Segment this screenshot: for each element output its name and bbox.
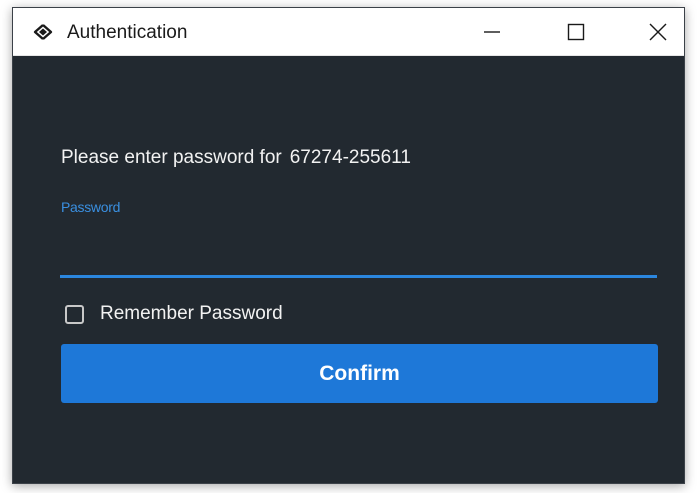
window-title: Authentication (67, 22, 188, 43)
minimize-icon (483, 23, 501, 41)
close-icon (649, 23, 667, 41)
password-prompt: Please enter password for 67274-255611 (61, 147, 411, 169)
remember-password-toggle[interactable]: Remember Password (65, 303, 283, 325)
confirm-button[interactable]: Confirm (61, 344, 658, 403)
remember-password-checkbox[interactable] (65, 304, 84, 324)
password-field-label: Password (61, 199, 121, 215)
maximize-button[interactable] (553, 8, 599, 56)
auth-dialog-window: Authentication Please enter password for… (12, 7, 685, 484)
account-id: 67274-255611 (289, 147, 411, 168)
title-bar[interactable]: Authentication (13, 8, 684, 56)
minimize-button[interactable] (469, 8, 515, 56)
password-input[interactable] (60, 230, 657, 278)
prompt-text: Please enter password for (61, 147, 282, 168)
app-logo-icon (33, 23, 53, 41)
close-button[interactable] (635, 8, 681, 56)
maximize-icon (567, 23, 585, 41)
remember-password-label: Remember Password (100, 303, 283, 324)
confirm-button-label: Confirm (319, 361, 400, 385)
